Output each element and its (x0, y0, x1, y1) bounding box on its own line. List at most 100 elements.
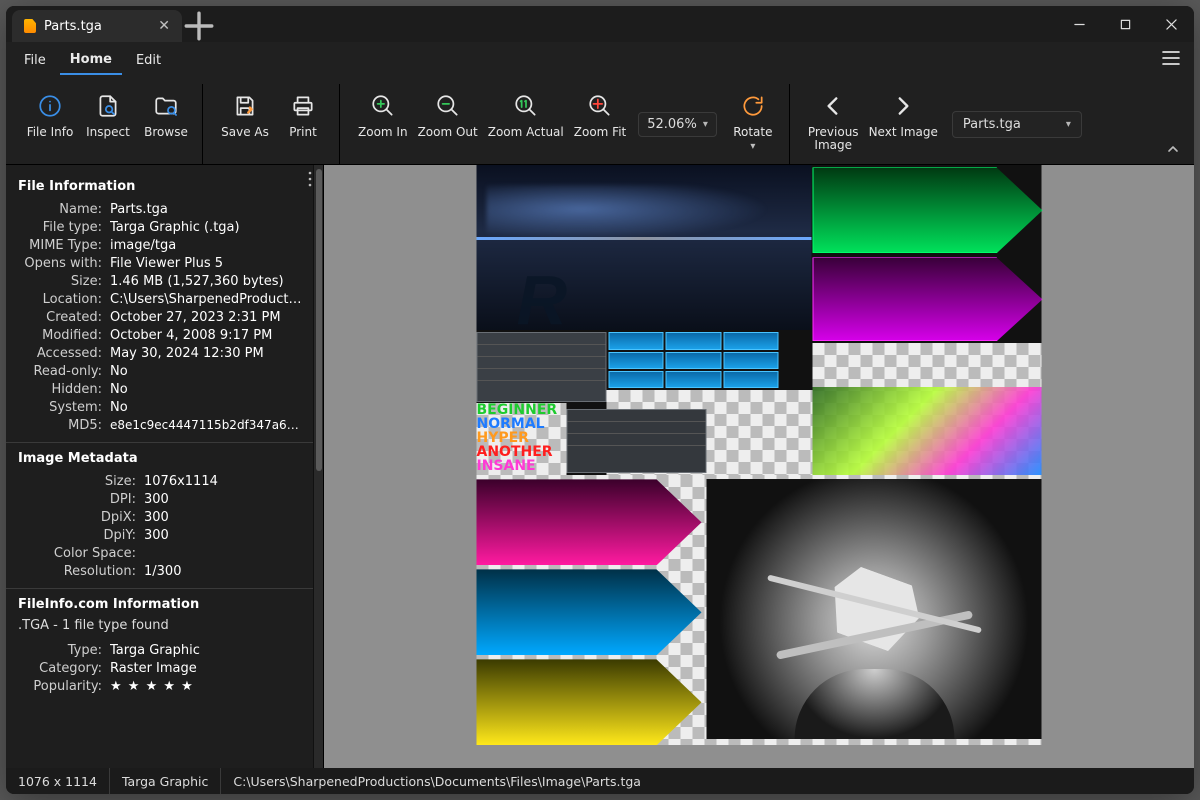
ribbon: File Info Inspect Browse Save As Print (6, 78, 1194, 165)
v-pop: ★ ★ ★ ★ ★ (110, 679, 194, 694)
inspect-label: Inspect (86, 126, 130, 139)
v-dpi: 300 (144, 492, 169, 507)
menu-edit[interactable]: Edit (126, 47, 171, 74)
tab-title: Parts.tga (44, 19, 102, 34)
k-created: Created: (16, 310, 102, 325)
status-format: Targa Graphic (110, 768, 221, 794)
inspect-button[interactable]: Inspect (80, 88, 136, 160)
k-dpi: DPI: (16, 492, 136, 507)
k-type: File type: (16, 220, 102, 235)
window-minimize-button[interactable] (1056, 6, 1102, 42)
chevron-right-icon (889, 92, 917, 120)
status-bar: 1076 x 1114 Targa Graphic C:\Users\Sharp… (6, 768, 1194, 794)
status-dimensions: 1076 x 1114 (6, 768, 110, 794)
v-hid: No (110, 382, 128, 397)
zoom-combo[interactable]: 52.06% ▾ (638, 112, 717, 137)
rotate-label: Rotate▾ (733, 126, 772, 152)
v-dpiy: 300 (144, 528, 169, 543)
k-cat: Category: (16, 661, 102, 676)
image-viewer[interactable]: R (324, 165, 1194, 768)
image-metadata-header: Image Metadata (18, 451, 303, 466)
v-cat: Raster Image (110, 661, 197, 676)
zoom-fit-icon (586, 92, 614, 120)
v-mime: image/tga (110, 238, 176, 253)
k-opens: Opens with: (16, 256, 102, 271)
zoom-in-button[interactable]: Zoom In (354, 88, 412, 160)
sidebar-scrollbar[interactable] (313, 165, 323, 768)
zoom-actual-button[interactable]: Zoom Actual (484, 88, 568, 160)
diff-hyper: HYPER (477, 431, 558, 445)
browse-icon (152, 92, 180, 120)
next-image-button[interactable]: Next Image (865, 88, 942, 160)
k-hid: Hidden: (16, 382, 102, 397)
k-dpix: DpiX: (16, 510, 136, 525)
v-sys: No (110, 400, 128, 415)
prev-image-label: Previous Image (808, 126, 859, 152)
browse-label: Browse (144, 126, 188, 139)
k-name: Name: (16, 202, 102, 217)
file-info-button[interactable]: File Info (22, 88, 78, 160)
k-mime: MIME Type: (16, 238, 102, 253)
v-ro: No (110, 364, 128, 379)
chevron-down-icon: ▾ (703, 119, 708, 130)
document-tab[interactable]: Parts.tga ✕ (12, 10, 182, 42)
print-label: Print (289, 126, 317, 139)
status-path: C:\Users\SharpenedProductions\Documents\… (221, 768, 1194, 794)
zoom-out-label: Zoom Out (418, 126, 478, 139)
fileinfo-header: FileInfo.com Information (18, 597, 303, 612)
k-pop: Popularity: (16, 679, 102, 694)
save-as-label: Save As (221, 126, 269, 139)
v-md5: e8e1c9ec4447115b2df347a67ee8b2e1 (110, 418, 303, 433)
zoom-fit-label: Zoom Fit (574, 126, 626, 139)
v-msize: 1076x1114 (144, 474, 218, 489)
menu-home[interactable]: Home (60, 46, 122, 75)
file-information-header: File Information (18, 179, 303, 194)
next-image-label: Next Image (869, 126, 938, 139)
k-sys: System: (16, 400, 102, 415)
v-acc: May 30, 2024 12:30 PM (110, 346, 264, 361)
save-icon (231, 92, 259, 120)
collapse-ribbon-icon[interactable] (1166, 142, 1180, 160)
file-select-combo[interactable]: Parts.tga ▾ (952, 111, 1082, 138)
new-tab-button[interactable] (182, 10, 216, 42)
k-md5: MD5: (16, 418, 102, 433)
v-mod: October 4, 2008 9:17 PM (110, 328, 272, 343)
k-msize: Size: (16, 474, 136, 489)
zoom-fit-button[interactable]: Zoom Fit (570, 88, 630, 160)
more-options-icon[interactable] (303, 171, 317, 191)
zoom-in-icon (369, 92, 397, 120)
app-window: Parts.tga ✕ File Home Edit File Info (6, 6, 1194, 794)
rotate-button[interactable]: Rotate▾ (725, 88, 781, 160)
browse-button[interactable]: Browse (138, 88, 194, 160)
save-as-button[interactable]: Save As (217, 88, 273, 160)
menu-file[interactable]: File (14, 47, 56, 74)
v-ftype: Targa Graphic (110, 643, 200, 658)
fileinfo-subheader: .TGA - 1 file type found (18, 618, 303, 633)
tab-close-icon[interactable]: ✕ (158, 19, 170, 33)
window-close-button[interactable] (1148, 6, 1194, 42)
file-select-value: Parts.tga (963, 117, 1021, 132)
image-canvas: R (477, 165, 1042, 745)
v-size: 1.46 MB (1,527,360 bytes) (110, 274, 284, 289)
inspect-icon (94, 92, 122, 120)
info-icon (36, 92, 64, 120)
k-dpiy: DpiY: (16, 528, 136, 543)
k-loc: Location: (16, 292, 102, 307)
v-name: Parts.tga (110, 202, 168, 217)
file-info-label: File Info (27, 126, 74, 139)
previous-image-button[interactable]: Previous Image (804, 88, 863, 160)
print-button[interactable]: Print (275, 88, 331, 160)
diff-normal: NORMAL (477, 417, 558, 431)
v-opens: File Viewer Plus 5 (110, 256, 223, 271)
menubar: File Home Edit (6, 42, 1194, 78)
zoom-out-button[interactable]: Zoom Out (414, 88, 482, 160)
diff-beginner: BEGINNER (477, 403, 558, 417)
k-mod: Modified: (16, 328, 102, 343)
v-created: October 27, 2023 2:31 PM (110, 310, 281, 325)
titlebar: Parts.tga ✕ (6, 6, 1194, 42)
sidebar-scroll[interactable]: File Information Name: Parts.tga File typ… (6, 165, 313, 768)
info-sidebar: File Information Name: Parts.tga File typ… (6, 165, 324, 768)
zoom-actual-icon (512, 92, 540, 120)
hamburger-icon[interactable] (1156, 45, 1186, 75)
window-maximize-button[interactable] (1102, 6, 1148, 42)
